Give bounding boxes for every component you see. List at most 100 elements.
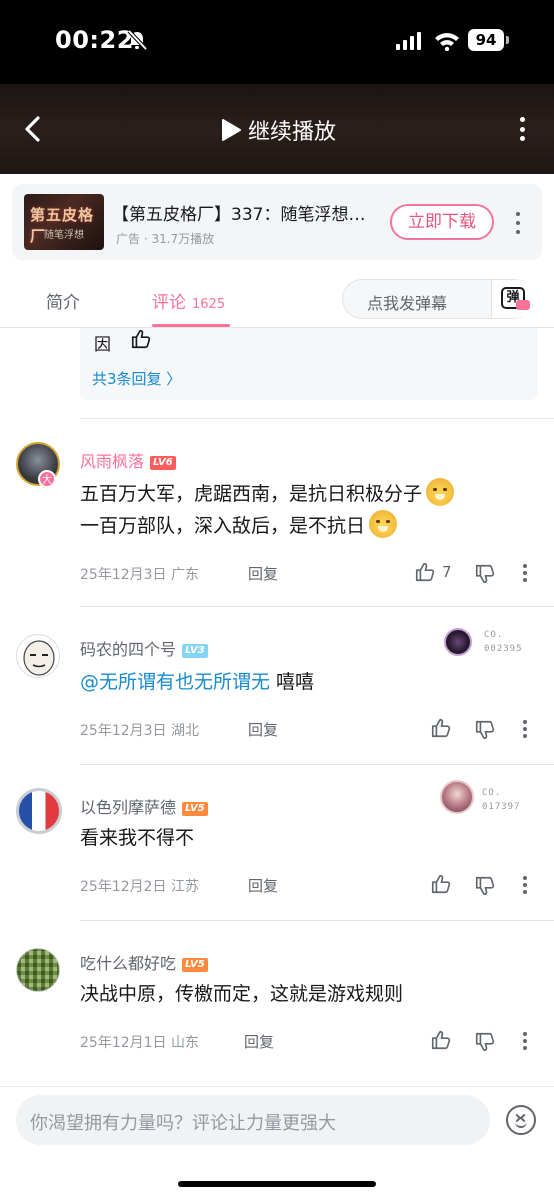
battery-level: 94 xyxy=(468,29,504,51)
tab-comments[interactable]: 评论 1625 xyxy=(152,288,225,313)
comment-location: 湖北 xyxy=(171,723,199,739)
comment-more-icon[interactable] xyxy=(522,720,528,738)
thumbs-up-icon[interactable] xyxy=(130,328,152,350)
danmaku-placeholder: 点我发弹幕 xyxy=(367,294,448,313)
tab-intro[interactable]: 简介 xyxy=(46,288,80,313)
thumbs-down-icon[interactable] xyxy=(474,563,496,585)
comment-item: 大 风雨枫落 LV6 五百万大军，虎踞西南，是抗日积极分子 一百万部队，深入敌后，… xyxy=(0,418,554,606)
username[interactable]: 以色列摩萨德 LV5 xyxy=(80,794,208,818)
ad-thumbnail: 第五皮格厂 随笔浮想 xyxy=(24,194,104,250)
comment-item: 码农的四个号 LV3 CO. 002395 @无所谓有也无所谓无 嘻嘻 25年12月… xyxy=(0,606,554,764)
level-badge: LV5 xyxy=(182,802,208,816)
meme-face-icon xyxy=(23,640,55,676)
avatar[interactable] xyxy=(16,948,60,992)
danmaku-toggle-icon[interactable]: 弹 xyxy=(491,280,535,318)
username[interactable]: 码农的四个号 LV3 xyxy=(80,636,208,660)
tab-bar: 简介 评论 1625 点我发弹幕 弹 xyxy=(0,270,554,328)
username-text: 以色列摩萨德 xyxy=(80,798,177,817)
cellular-signal-icon xyxy=(396,32,421,50)
comment-location: 山东 xyxy=(171,1035,199,1051)
danmaku-check-badge xyxy=(516,300,530,310)
thumbs-down-icon[interactable] xyxy=(474,1031,496,1053)
vip-badge: 大 xyxy=(38,470,56,488)
ad-card[interactable]: 第五皮格厂 随笔浮想 【第五皮格厂】337：随笔浮想… 广告 · 31.7万播放… xyxy=(12,184,542,260)
comment-text-line-1: 五百万大军，虎踞西南，是抗日积极分子 xyxy=(80,478,455,510)
status-time: 00:22 xyxy=(55,26,134,54)
comment-more-icon[interactable] xyxy=(522,876,528,894)
comment-text: @无所谓有也无所谓无 嘻嘻 xyxy=(80,666,314,698)
username-text: 吃什么都好吃 xyxy=(80,954,177,973)
comment-meta: 25年12月2日 江苏 xyxy=(80,876,199,896)
active-tab-indicator xyxy=(152,324,230,327)
level-badge: LV6 xyxy=(150,456,176,470)
thumbs-up-icon[interactable] xyxy=(430,717,452,739)
username[interactable]: 风雨枫落 LV6 xyxy=(80,448,176,472)
comment-meta: 25年12月3日 广东 xyxy=(80,564,199,584)
comment-more-icon[interactable] xyxy=(522,564,528,582)
bell-muted-icon xyxy=(127,29,148,51)
level-badge: LV5 xyxy=(182,958,208,972)
doge-emoji-icon xyxy=(426,478,455,506)
like-count: 7 xyxy=(442,563,452,581)
continue-play-label: 继续播放 xyxy=(248,120,337,145)
status-bar: 00:22 94 xyxy=(0,0,554,84)
reply-button[interactable]: 回复 xyxy=(248,563,278,584)
comment-meta: 25年12月3日 湖北 xyxy=(80,720,199,740)
play-icon xyxy=(222,119,241,141)
level-badge: LV3 xyxy=(182,644,208,658)
comment-text: 一百万部队，深入敌后，是不抗日 xyxy=(80,515,366,537)
reply-button[interactable]: 回复 xyxy=(244,1031,274,1052)
thumbs-up-icon[interactable] xyxy=(414,561,436,583)
comment-more-icon[interactable] xyxy=(522,1032,528,1050)
comment-location: 江苏 xyxy=(171,879,199,895)
username-text: 码农的四个号 xyxy=(80,640,177,659)
fan-badge-label: CO. 017397 xyxy=(482,788,521,812)
tab-comments-label: 评论 xyxy=(152,293,186,313)
home-indicator xyxy=(178,1181,376,1187)
thumbs-up-icon[interactable] xyxy=(430,873,452,895)
continue-play-button[interactable]: 继续播放 xyxy=(220,114,336,146)
video-nav-bar: 继续播放 xyxy=(0,84,554,174)
mention-link[interactable]: @无所谓有也无所谓无 xyxy=(80,671,270,693)
ad-title: 【第五皮格厂】337：随笔浮想… xyxy=(112,205,366,225)
thumbs-up-icon[interactable] xyxy=(430,1029,452,1051)
comment-date: 25年12月2日 xyxy=(80,879,167,895)
username[interactable]: 吃什么都好吃 LV5 xyxy=(80,950,208,974)
ad-more-icon[interactable] xyxy=(512,212,524,234)
fan-badge-avatar xyxy=(444,628,472,656)
comment-date: 25年12月3日 xyxy=(80,723,167,739)
back-arrow-icon[interactable] xyxy=(18,112,48,146)
username-text: 风雨枫落 xyxy=(80,452,145,471)
comment-item: 以色列摩萨德 LV5 CO. 017397 看来我不得不 25年12月2日 江苏 回… xyxy=(0,764,554,920)
danmaku-input[interactable]: 点我发弹幕 弹 xyxy=(342,279,535,319)
comment-meta: 25年12月1日 山东 xyxy=(80,1032,199,1052)
download-button[interactable]: 立即下载 xyxy=(390,204,494,240)
comment-text: 看来我不得不 xyxy=(80,827,195,849)
view-replies-link[interactable]: 共3条回复 〉 xyxy=(92,368,181,389)
ad-thumb-subtitle: 随笔浮想 xyxy=(44,230,84,241)
comment-text-body: 嘻嘻 xyxy=(270,671,315,693)
avatar[interactable] xyxy=(16,788,62,834)
reply-preview-text: 因 xyxy=(94,335,111,355)
fan-badge-avatar xyxy=(440,780,474,814)
battery-tip xyxy=(506,36,509,44)
thumbs-down-icon[interactable] xyxy=(474,719,496,741)
wifi-icon xyxy=(435,33,459,51)
reply-button[interactable]: 回复 xyxy=(248,875,278,896)
thumbs-down-icon[interactable] xyxy=(474,875,496,897)
comment-date: 25年12月1日 xyxy=(80,1035,167,1051)
previous-reply-box: 因 共3条回复 〉 xyxy=(80,328,538,400)
comment-item: 吃什么都好吃 LV5 决战中原，传檄而定，这就是游戏规则 25年12月1日 山东 … xyxy=(0,920,554,1080)
more-options-icon[interactable] xyxy=(508,114,536,144)
comment-text: 决战中原，传檄而定，这就是游戏规则 xyxy=(80,983,404,1005)
doge-emoji-icon xyxy=(369,510,398,538)
comment-input-placeholder: 你渴望拥有力量吗？评论让力量更强大 xyxy=(30,1113,336,1134)
fan-badge-label: CO. 002395 xyxy=(484,630,523,654)
reply-button[interactable]: 回复 xyxy=(248,719,278,740)
comment-text: 五百万大军，虎踞西南，是抗日积极分子 xyxy=(80,483,423,505)
comment-date: 25年12月3日 xyxy=(80,567,167,583)
avatar[interactable] xyxy=(16,634,60,678)
comment-input[interactable]: 你渴望拥有力量吗？评论让力量更强大 xyxy=(16,1095,490,1145)
comment-text-line-2: 一百万部队，深入敌后，是不抗日 xyxy=(80,510,398,542)
emoji-icon[interactable] xyxy=(506,1105,536,1135)
